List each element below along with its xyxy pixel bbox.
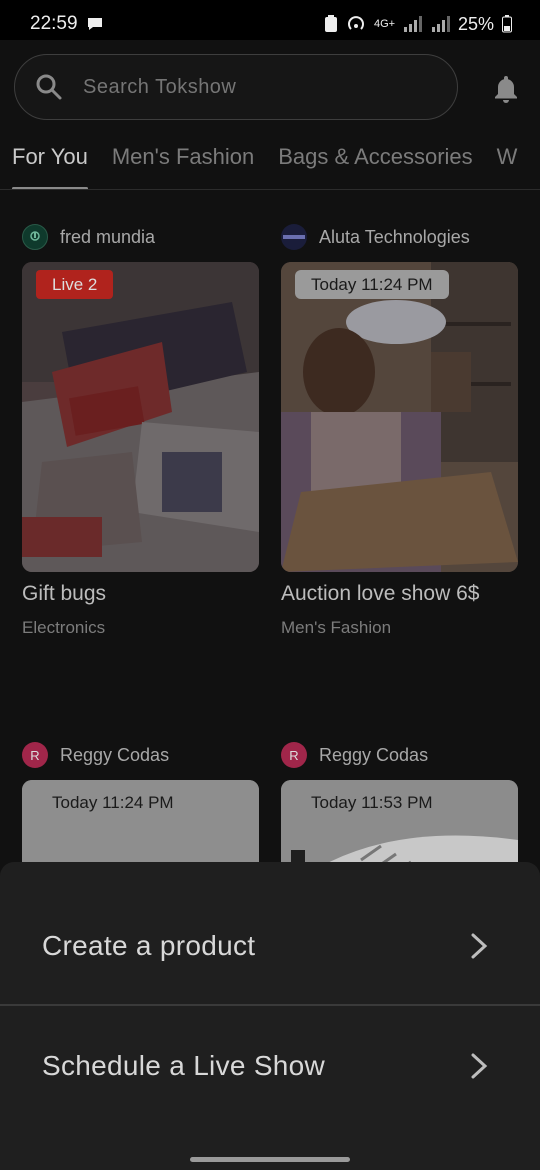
signal-icon-2 [431,16,450,32]
signal-icon-1 [403,16,422,32]
chevron-right-icon [471,933,488,959]
action-bottom-sheet: Create a product Schedule a Live Show [0,862,540,1170]
create-product-button[interactable]: Create a product [0,886,540,1006]
schedule-live-show-label: Schedule a Live Show [42,1050,326,1081]
battery-percent: 25% [457,13,494,34]
battery-icon [502,15,512,33]
create-product-label: Create a product [42,930,256,961]
chevron-right-icon [471,1053,488,1079]
battery-saver-icon [324,15,337,32]
chat-notification-icon [87,18,102,30]
status-left: 22:59 [30,13,104,35]
hotspot-icon [348,16,364,30]
status-right: 4G+ 25% [324,14,512,35]
home-indicator[interactable] [190,1157,350,1162]
clock: 22:59 [30,13,78,34]
schedule-live-show-button[interactable]: Schedule a Live Show [0,1006,540,1126]
network-type: 4G+ [373,18,396,30]
